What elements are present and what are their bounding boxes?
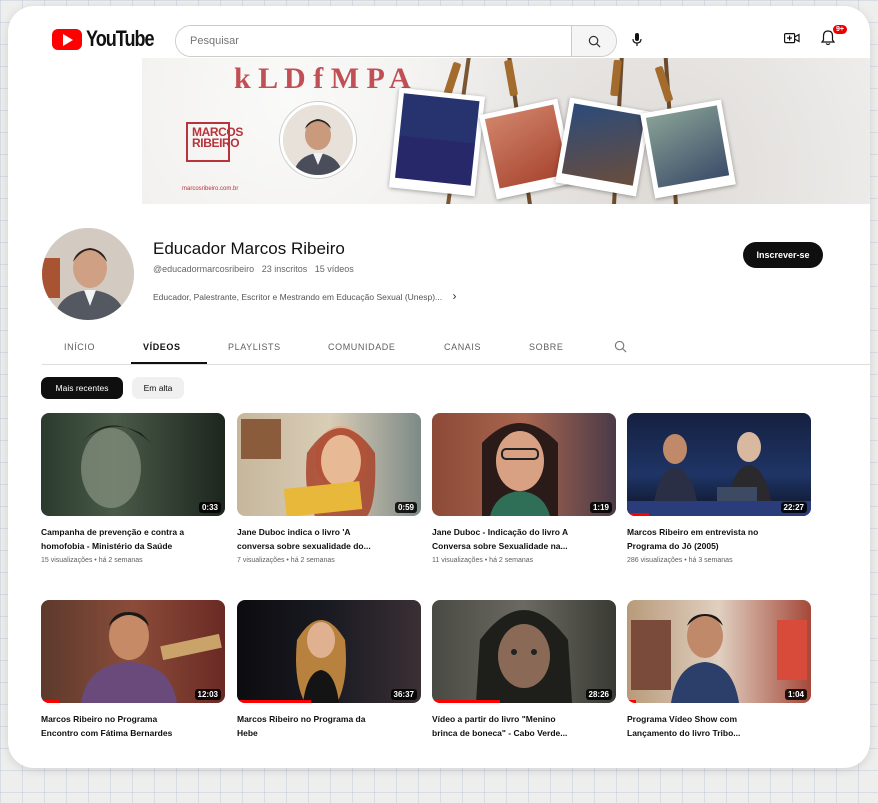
video-count: 15 vídeos bbox=[314, 264, 354, 274]
tab-videos[interactable]: VÍDEOS bbox=[143, 342, 181, 352]
chip-trending[interactable]: Em alta bbox=[132, 377, 184, 399]
search-box bbox=[175, 25, 617, 57]
banner-portrait bbox=[280, 102, 356, 178]
video-card[interactable]: 0:33 Campanha de prevenção e contra a hom… bbox=[41, 413, 225, 564]
channel-name: Educador Marcos Ribeiro bbox=[153, 239, 345, 258]
video-title[interactable]: Vídeo a partir do livro "Menino brinca de… bbox=[432, 712, 616, 740]
notification-count-badge: 9+ bbox=[833, 25, 847, 34]
video-thumbnail[interactable]: 1:19 bbox=[432, 413, 616, 516]
video-card[interactable]: 1:04 Programa Vídeo Show com Lançamento d… bbox=[627, 600, 811, 744]
search-icon bbox=[588, 35, 600, 47]
video-card[interactable]: 1:19 Jane Duboc - Indicação do livro A Co… bbox=[432, 413, 616, 564]
video-duration: 0:33 bbox=[198, 502, 221, 513]
microphone-icon bbox=[632, 33, 642, 46]
video-thumbnail[interactable]: 1:04 bbox=[627, 600, 811, 703]
video-duration: 1:04 bbox=[784, 689, 807, 700]
chevron-right-icon: › bbox=[452, 289, 457, 303]
banner-brand-logo: MARCOS RIBEIRO bbox=[186, 122, 243, 162]
banner-photo bbox=[389, 87, 485, 197]
notifications-button[interactable]: 9+ bbox=[820, 25, 847, 51]
subscribe-button[interactable]: Inscrever-se bbox=[743, 242, 823, 268]
youtube-logo[interactable]: YouTube bbox=[52, 26, 168, 52]
video-title[interactable]: Jane Duboc - Indicação do livro A Convers… bbox=[432, 525, 616, 553]
video-title[interactable]: Campanha de prevenção e contra a homofobi… bbox=[41, 525, 225, 553]
video-thumbnail[interactable]: 22:27 bbox=[627, 413, 811, 516]
chip-most-recent[interactable]: Mais recentes bbox=[41, 377, 123, 399]
banner-photo bbox=[555, 97, 651, 197]
banner-letters: k L D f M P A bbox=[234, 62, 411, 95]
video-title[interactable]: Programa Vídeo Show com Lançamento do liv… bbox=[627, 712, 811, 740]
tab-about[interactable]: SOBRE bbox=[529, 342, 564, 352]
channel-handle: @educadormarcosribeiro bbox=[153, 264, 255, 274]
active-tab-indicator bbox=[131, 362, 207, 364]
watch-progress-bar bbox=[627, 513, 650, 516]
video-duration: 28:26 bbox=[585, 689, 612, 700]
video-duration: 12:03 bbox=[194, 689, 221, 700]
video-meta: 7 visualizações • há 2 semanas bbox=[237, 557, 335, 564]
video-duration: 36:37 bbox=[390, 689, 417, 700]
channel-stats: @educadormarcosribeiro 23 inscritos 15 v… bbox=[153, 264, 354, 274]
tab-home[interactable]: INÍCIO bbox=[64, 342, 95, 352]
video-meta: 11 visualizações • há 2 semanas bbox=[432, 557, 534, 564]
banner-url: marcosribeiro.com.br bbox=[182, 186, 239, 192]
channel-avatar[interactable] bbox=[42, 228, 134, 320]
video-duration: 1:19 bbox=[589, 502, 612, 513]
subscriber-count: 23 inscritos bbox=[261, 264, 308, 274]
watch-progress-bar bbox=[627, 700, 637, 703]
video-duration: 22:27 bbox=[780, 502, 807, 513]
youtube-logo-text: YouTube bbox=[86, 26, 155, 51]
channel-search-button[interactable] bbox=[614, 340, 627, 358]
video-meta: 286 visualizações • há 3 semanas bbox=[627, 557, 733, 564]
create-video-button[interactable] bbox=[784, 32, 800, 50]
youtube-play-icon bbox=[52, 28, 82, 50]
voice-search-button[interactable] bbox=[627, 30, 647, 50]
video-thumbnail[interactable]: 0:59 bbox=[237, 413, 421, 516]
tab-playlists[interactable]: PLAYLISTS bbox=[228, 342, 281, 352]
tab-channels[interactable]: CANAIS bbox=[444, 342, 481, 352]
channel-banner: k L D f M P A MARCOS RIBEIRO marcosribei… bbox=[142, 58, 870, 204]
video-card[interactable]: 22:27 Marcos Ribeiro em entrevista no Pro… bbox=[627, 413, 811, 564]
video-thumbnail[interactable]: 36:37 bbox=[237, 600, 421, 703]
banner-photo bbox=[640, 99, 736, 199]
video-title[interactable]: Marcos Ribeiro em entrevista no Programa … bbox=[627, 525, 811, 553]
search-button[interactable] bbox=[571, 26, 616, 56]
tab-community[interactable]: COMUNIDADE bbox=[328, 342, 396, 352]
channel-description[interactable]: Educador, Palestrante, Escritor e Mestra… bbox=[153, 289, 457, 303]
video-card[interactable]: 12:03 Marcos Ribeiro no Programa Encontro… bbox=[41, 600, 225, 744]
top-bar: YouTube 9+ bbox=[8, 6, 870, 64]
channel-tabs: INÍCIO VÍDEOS PLAYLISTS COMUNIDADE CANAI… bbox=[42, 332, 870, 365]
video-thumbnail[interactable]: 28:26 bbox=[432, 600, 616, 703]
search-input[interactable] bbox=[176, 26, 571, 56]
video-card[interactable]: 0:59 Jane Duboc indica o livro 'A convers… bbox=[237, 413, 421, 564]
channel-description-text: Educador, Palestrante, Escritor e Mestra… bbox=[153, 292, 443, 302]
create-video-icon bbox=[784, 33, 800, 44]
video-card[interactable]: 28:26 Vídeo a partir do livro "Menino bri… bbox=[432, 600, 616, 744]
search-icon bbox=[614, 340, 627, 353]
video-duration: 0:59 bbox=[394, 502, 417, 513]
video-thumbnail[interactable]: 12:03 bbox=[41, 600, 225, 703]
video-title[interactable]: Marcos Ribeiro no Programa Encontro com F… bbox=[41, 712, 225, 740]
video-thumbnail[interactable]: 0:33 bbox=[41, 413, 225, 516]
video-meta: 15 visualizações • há 2 semanas bbox=[41, 557, 143, 564]
watch-progress-bar bbox=[237, 700, 311, 703]
video-title[interactable]: Marcos Ribeiro no Programa da Hebe bbox=[237, 712, 421, 740]
banner-logo-line2: RIBEIRO bbox=[192, 136, 240, 150]
bell-icon bbox=[820, 30, 836, 46]
watch-progress-bar bbox=[41, 700, 60, 703]
video-title[interactable]: Jane Duboc indica o livro 'A conversa sob… bbox=[237, 525, 421, 553]
youtube-channel-page: YouTube 9+ k L D f M P A MARCOS RIBEIRO bbox=[8, 6, 870, 768]
watch-progress-bar bbox=[432, 700, 501, 703]
video-card[interactable]: 36:37 Marcos Ribeiro no Programa da Hebe bbox=[237, 600, 421, 744]
